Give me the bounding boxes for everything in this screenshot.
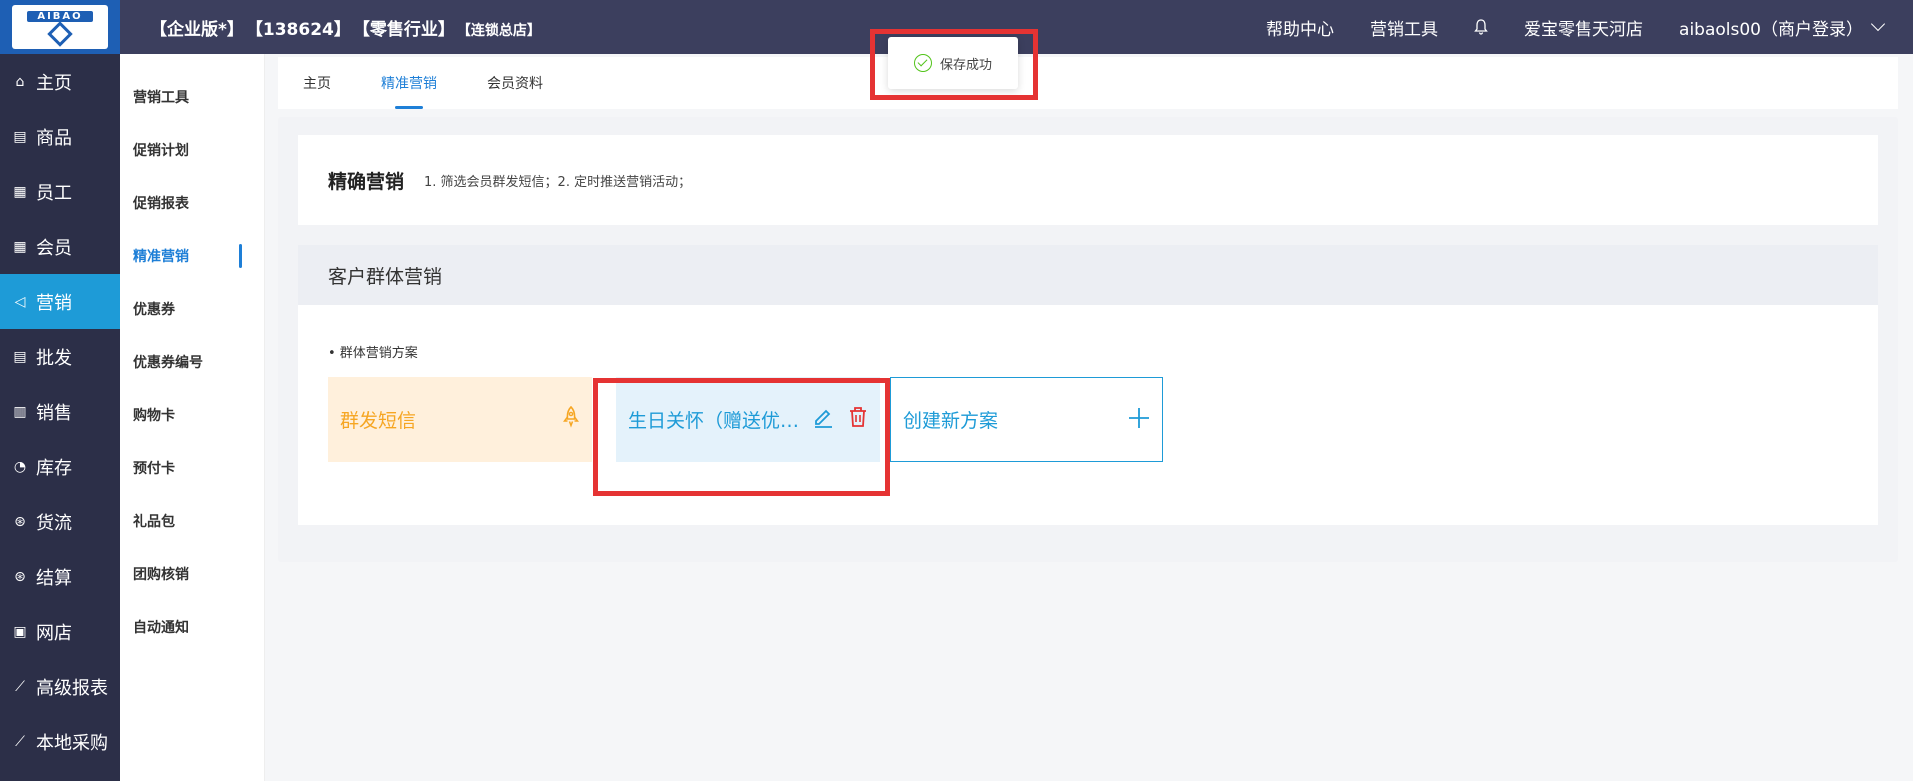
subnav-coupons[interactable]: 优惠券 (120, 282, 264, 335)
subnav-promo-plan[interactable]: 促销计划 (120, 123, 264, 176)
goods-icon: ▤ (13, 128, 27, 145)
sidebar-label: 本地采购 (36, 732, 108, 754)
sidebar-label: 结算 (36, 567, 72, 589)
create-plan-button[interactable]: 创建新方案 (890, 377, 1163, 462)
page-description: 1. 筛选会员群发短信；2. 定时推送营销活动； (424, 174, 692, 190)
sidebar-label: 商品 (36, 127, 72, 149)
subnav-coupon-codes[interactable]: 优惠券编号 (120, 335, 264, 388)
sidebar-item-logistics[interactable]: ⊛ 货流 (0, 494, 120, 549)
account-id: 【138624】 (245, 19, 351, 40)
plan-sms-label: 群发短信 (340, 410, 417, 432)
settlement-icon: ⊛ (14, 568, 26, 585)
sub-sidebar: 营销工具 促销计划 促销报表 精准营销 优惠券 优惠券编号 购物卡 预付卡 礼品… (120, 54, 265, 781)
top-nav: 帮助中心 营销工具 爱宝零售天河店 aibaols00（商户登录） (1266, 15, 1913, 40)
sidebar-label: 营销 (36, 292, 72, 314)
page-title: 精确营销 (328, 170, 405, 193)
plans-label: • 群体营销方案 (328, 346, 418, 361)
subnav-precision-marketing[interactable]: 精准营销 (120, 229, 264, 282)
sidebar-label: 主页 (36, 72, 72, 94)
sidebar-label: 高级报表 (36, 677, 108, 699)
store-type-label: 【连锁总店】 (456, 22, 541, 39)
intro-card: 精确营销 1. 筛选会员群发短信；2. 定时推送营销活动； (298, 135, 1878, 225)
main-sidebar: ⌂ 主页 ▤ 商品 ▦ 员工 ▦ 会员 ◁ 营销 ▤ 批发 ▥ 销售 ◔ 库存 ⊛ 货流 ⊛ 结算 … (0, 54, 120, 781)
help-center-link[interactable]: 帮助中心 (1266, 15, 1334, 40)
staff-icon: ▦ (13, 183, 27, 200)
industry-label: 【零售行业】 (352, 19, 455, 40)
sidebar-item-advanced-reports[interactable]: ⟋ 高级报表 (0, 659, 120, 714)
tab-bar: 主页 精准营销 会员资料 (278, 57, 1898, 109)
sidebar-item-members[interactable]: ▦ 会员 (0, 219, 120, 274)
chevron-down-icon (1870, 16, 1886, 32)
subnav-promo-report[interactable]: 促销报表 (120, 176, 264, 229)
wholesale-icon: ▤ (13, 348, 27, 365)
logistics-icon: ⊛ (14, 513, 26, 530)
sidebar-item-settlement[interactable]: ⊛ 结算 (0, 549, 120, 604)
tab-precision-marketing[interactable]: 精准营销 (381, 57, 437, 109)
tab-home[interactable]: 主页 (303, 57, 331, 109)
sidebar-label: 销售 (36, 402, 72, 424)
sidebar-item-local-purchase[interactable]: ⟋ 本地采购 (0, 714, 120, 769)
rocket-icon (562, 405, 580, 433)
plus-icon (1128, 402, 1150, 437)
logo-diamond-icon (47, 21, 73, 47)
group-marketing-card: 客户群体营销 • 群体营销方案 群发短信 生日关怀（赠送优惠券） (298, 245, 1878, 525)
create-plan-label: 创建新方案 (903, 410, 999, 432)
sidebar-item-online-store[interactable]: ▣ 网店 (0, 604, 120, 659)
sidebar-label: 货流 (36, 512, 72, 534)
gift-icon: ▣ (13, 623, 27, 640)
logo-box: AIBAO (12, 5, 108, 49)
sidebar-item-wholesale[interactable]: ▤ 批发 (0, 329, 120, 384)
account-info: 【企业版*】 【138624】 【零售行业】 【连锁总店】 (150, 15, 541, 40)
sidebar-label: 网店 (36, 622, 72, 644)
subnav-auto-notify[interactable]: 自动通知 (120, 600, 264, 653)
home-icon: ⌂ (15, 73, 25, 90)
sidebar-item-sales[interactable]: ▥ 销售 (0, 384, 120, 439)
main-content: 精确营销 1. 筛选会员群发短信；2. 定时推送营销活动； 客户群体营销 • 群… (278, 117, 1898, 562)
highlight-box-birthday-plan (593, 378, 890, 496)
store-name[interactable]: 爱宝零售天河店 (1524, 15, 1643, 40)
subnav-gift-pack[interactable]: 礼品包 (120, 494, 264, 547)
pie-chart-icon: ◔ (13, 458, 27, 475)
sidebar-label: 会员 (36, 237, 72, 259)
sidebar-item-home[interactable]: ⌂ 主页 (0, 54, 120, 109)
subnav-marketing-tools[interactable]: 营销工具 (120, 70, 264, 123)
line-chart-icon: ⟋ (15, 678, 25, 695)
bar-chart-icon: ▥ (13, 403, 27, 420)
sidebar-label: 批发 (36, 347, 72, 369)
sidebar-label: 库存 (36, 457, 72, 479)
plan-sms-card[interactable]: 群发短信 (328, 377, 592, 462)
subnav-prepaid-card[interactable]: 预付卡 (120, 441, 264, 494)
sidebar-item-marketing[interactable]: ◁ 营销 (0, 274, 120, 329)
tab-member-info[interactable]: 会员资料 (487, 57, 543, 109)
edition-label: 【企业版*】 (150, 19, 244, 40)
subnav-shopping-card[interactable]: 购物卡 (120, 388, 264, 441)
sidebar-item-staff[interactable]: ▦ 员工 (0, 164, 120, 219)
highlight-box-toast (870, 29, 1038, 100)
megaphone-icon: ◁ (14, 293, 26, 310)
subnav-group-buy[interactable]: 团购核销 (120, 547, 264, 600)
section-title: 客户群体营销 (298, 245, 1878, 305)
sidebar-item-goods[interactable]: ▤ 商品 (0, 109, 120, 164)
sidebar-item-inventory[interactable]: ◔ 库存 (0, 439, 120, 494)
bell-icon[interactable] (1474, 19, 1488, 35)
line-chart-icon: ⟋ (15, 733, 25, 750)
logo[interactable]: AIBAO (0, 0, 120, 54)
member-icon: ▦ (13, 238, 27, 255)
user-label: aibaols00（商户登录） (1679, 19, 1863, 40)
user-menu[interactable]: aibaols00（商户登录） (1679, 15, 1886, 40)
marketing-tools-link[interactable]: 营销工具 (1370, 15, 1438, 40)
sidebar-label: 员工 (36, 182, 72, 204)
